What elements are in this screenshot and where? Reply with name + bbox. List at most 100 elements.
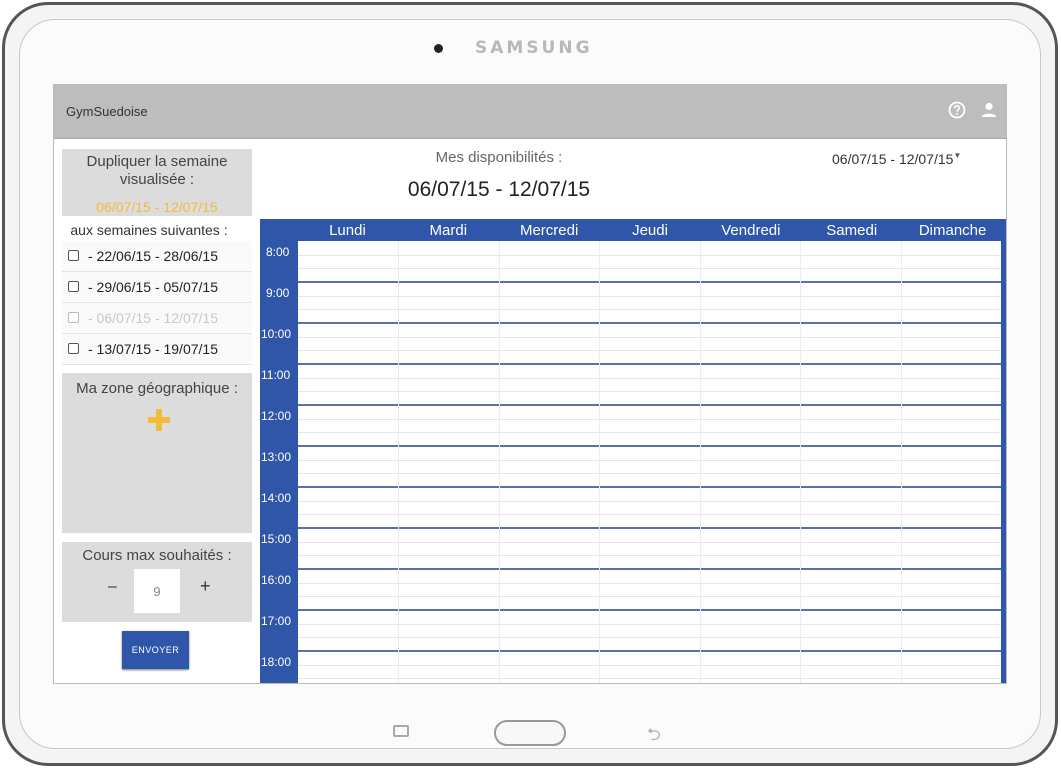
week-item-label: - 06/07/15 - 12/07/15: [88, 310, 218, 326]
camera-icon: [434, 44, 443, 53]
day-header-cell: Samedi: [826, 222, 878, 239]
half-hour-divider: [298, 350, 1001, 351]
device-brand: SAMSUNG: [475, 38, 593, 58]
half-hour-divider: [298, 432, 1001, 433]
help-circle-icon[interactable]: [948, 101, 966, 119]
duplicate-week-title: Dupliquer la semaine visualisée :: [86, 153, 228, 188]
app-bar: GymSuedoise: [54, 85, 1006, 139]
week-item[interactable]: - 22/06/15 - 28/06/15: [62, 241, 252, 272]
user-icon[interactable]: [980, 101, 998, 119]
hour-label: 17:00: [261, 614, 292, 628]
hour-label: 14:00: [261, 491, 292, 505]
week-dropdown[interactable]: 06/07/15 - 12/07/15▼: [832, 151, 961, 167]
calendar-time-column: 8:00 9:00 10:00 11:00 12:00 13:00 14:00 15:00 16…: [260, 241, 298, 683]
half-hour-divider: [298, 583, 1001, 584]
hour-label: 15:00: [261, 532, 292, 546]
hour-label: 8:00: [266, 245, 290, 259]
half-hour-divider: [298, 596, 1001, 597]
app-title: GymSuedoise: [66, 104, 148, 119]
week-item-label: - 29/06/15 - 05/07/15: [88, 279, 218, 295]
hour-divider: [298, 650, 1001, 652]
calendar-day-header: Lundi Mardi Mercredi Jeudi Vendredi Samedi Dim…: [297, 219, 1003, 241]
zone-title: Ma zone géographique :: [76, 380, 238, 397]
half-hour-divider: [298, 501, 1001, 502]
half-hour-divider: [298, 378, 1001, 379]
hour-divider: [298, 568, 1001, 570]
week-item-disabled: - 06/07/15 - 12/07/15: [62, 303, 252, 334]
week-checkbox[interactable]: [68, 343, 79, 354]
hour-divider: [298, 281, 1001, 283]
half-hour-divider: [298, 542, 1001, 543]
week-item[interactable]: - 13/07/15 - 19/07/15: [62, 334, 252, 365]
send-button[interactable]: ENVOYER: [122, 631, 189, 669]
recent-apps-button[interactable]: [393, 725, 409, 737]
half-hour-divider: [298, 624, 1001, 625]
calendar-grid[interactable]: [298, 241, 1001, 683]
hour-label: 18:00: [261, 655, 292, 669]
half-hour-divider: [298, 665, 1001, 666]
day-header-cell: Dimanche: [918, 222, 987, 239]
half-hour-divider: [298, 514, 1001, 515]
zone-panel: Ma zone géographique :: [62, 373, 252, 533]
week-dropdown-value: 06/07/15 - 12/07/15: [832, 151, 954, 167]
availability-range: 06/07/15 - 12/07/15: [407, 178, 591, 201]
half-hour-divider: [298, 296, 1001, 297]
day-header-cell: Mardi: [429, 222, 468, 239]
increment-button[interactable]: +: [200, 576, 211, 597]
hour-divider: [298, 363, 1001, 365]
half-hour-divider: [298, 473, 1001, 474]
day-column-divider: [599, 241, 600, 683]
app-screen: GymSuedoise Dupliquer la semaine visuali…: [53, 84, 1007, 684]
week-item[interactable]: - 29/06/15 - 05/07/15: [62, 272, 252, 303]
hour-label: 10:00: [261, 327, 292, 341]
duplicate-week-panel: Dupliquer la semaine visualisée : 06/07/…: [62, 149, 252, 216]
half-hour-divider: [298, 419, 1001, 420]
hour-label: 9:00: [266, 286, 290, 300]
week-calendar: Lundi Mardi Mercredi Jeudi Vendredi Samedi Dim…: [260, 219, 1006, 683]
day-column-divider: [398, 241, 399, 683]
hour-divider: [298, 322, 1001, 324]
hour-label: 12:00: [261, 409, 292, 423]
hour-divider: [298, 404, 1001, 406]
dropdown-caret-icon: ▼: [953, 151, 962, 160]
hour-label: 11:00: [261, 368, 291, 382]
hour-divider: [298, 609, 1001, 611]
decrement-button[interactable]: –: [108, 578, 117, 596]
day-header-cell: Jeudi: [632, 222, 668, 239]
cours-max-title: Cours max souhaités :: [82, 547, 232, 564]
back-button[interactable]: ⮌: [647, 722, 661, 751]
current-week-label: 06/07/15 - 12/07/15: [96, 199, 218, 215]
day-column-divider: [800, 241, 801, 683]
hour-label: 13:00: [261, 450, 292, 464]
hour-divider: [298, 486, 1001, 488]
week-item-label: - 22/06/15 - 28/06/15: [88, 248, 218, 264]
week-list: - 22/06/15 - 28/06/15 - 29/06/15 - 05/07…: [62, 241, 252, 365]
day-header-cell: Lundi: [329, 222, 366, 239]
day-header-cell: Vendredi: [721, 222, 781, 239]
hour-label: 16:00: [261, 573, 292, 587]
week-checkbox: [68, 312, 79, 323]
week-checkbox[interactable]: [68, 281, 79, 292]
hour-divider: [298, 445, 1001, 447]
half-hour-divider: [298, 637, 1001, 638]
half-hour-divider: [298, 309, 1001, 310]
availability-label: Mes disponibilités :: [435, 149, 563, 166]
half-hour-divider: [298, 678, 1001, 679]
cours-max-panel: Cours max souhaités : – +: [62, 542, 252, 622]
half-hour-divider: [298, 460, 1001, 461]
next-weeks-label: aux semaines suivantes :: [70, 222, 228, 238]
half-hour-divider: [298, 268, 1001, 269]
half-hour-divider: [298, 255, 1001, 256]
day-column-divider: [700, 241, 701, 683]
week-item-label: - 13/07/15 - 19/07/15: [88, 341, 218, 357]
day-column-divider: [901, 241, 902, 683]
day-column-divider: [499, 241, 500, 683]
home-button[interactable]: [494, 720, 566, 746]
plus-icon[interactable]: [148, 409, 170, 431]
day-header-cell: Mercredi: [519, 222, 579, 239]
hour-divider: [298, 527, 1001, 529]
half-hour-divider: [298, 391, 1001, 392]
cours-max-input[interactable]: [134, 569, 180, 613]
week-checkbox[interactable]: [68, 250, 79, 261]
half-hour-divider: [298, 555, 1001, 556]
